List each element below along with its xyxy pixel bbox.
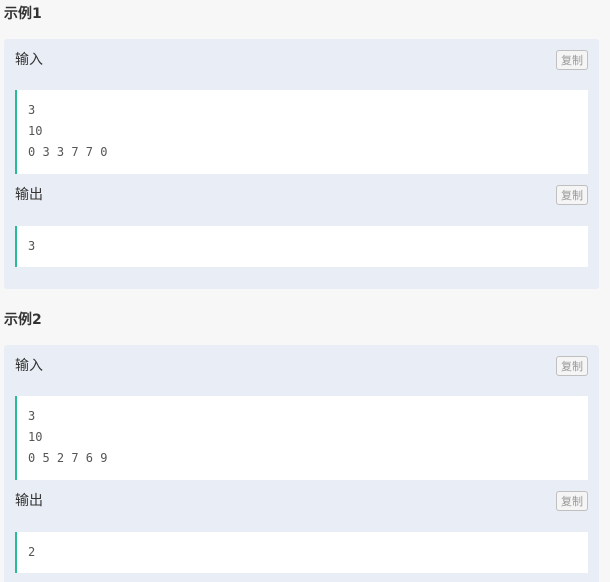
example-1-output-label: 输出 [15,187,43,203]
example-1-panel: 输入 复制 3 10 0 3 3 7 7 0 输出 复制 3 [4,39,599,289]
code-line: 10 [28,430,43,444]
example-1-output-copy-button[interactable]: 复制 [556,185,588,205]
example-1-input-code[interactable]: 3 10 0 3 3 7 7 0 [15,90,588,174]
example-2-input-label: 输入 [15,358,43,374]
code-line: 2 [28,545,36,559]
example-1-title: 示例1 [4,6,42,22]
code-line: 3 [28,103,36,117]
code-line: 0 5 2 7 6 9 [28,451,108,465]
example-2-input-code[interactable]: 3 10 0 5 2 7 6 9 [15,396,588,480]
example-1-input-label: 输入 [15,52,43,68]
example-1-input-copy-button[interactable]: 复制 [556,50,588,70]
example-2-output-copy-button[interactable]: 复制 [556,491,588,511]
example-2-output-label: 输出 [15,493,43,509]
code-line: 10 [28,124,43,138]
example-2-title: 示例2 [4,312,42,328]
example-2-panel: 输入 复制 3 10 0 5 2 7 6 9 输出 复制 2 [4,345,599,582]
code-line: 0 3 3 7 7 0 [28,145,108,159]
example-2-input-copy-button[interactable]: 复制 [556,356,588,376]
code-line: 3 [28,409,36,423]
example-1-output-code[interactable]: 3 [15,226,588,267]
code-line: 3 [28,239,36,253]
example-2-output-code[interactable]: 2 [15,532,588,573]
page: 示例1 输入 复制 3 10 0 3 3 7 7 0 输出 复制 3 示例2 输… [0,0,610,582]
